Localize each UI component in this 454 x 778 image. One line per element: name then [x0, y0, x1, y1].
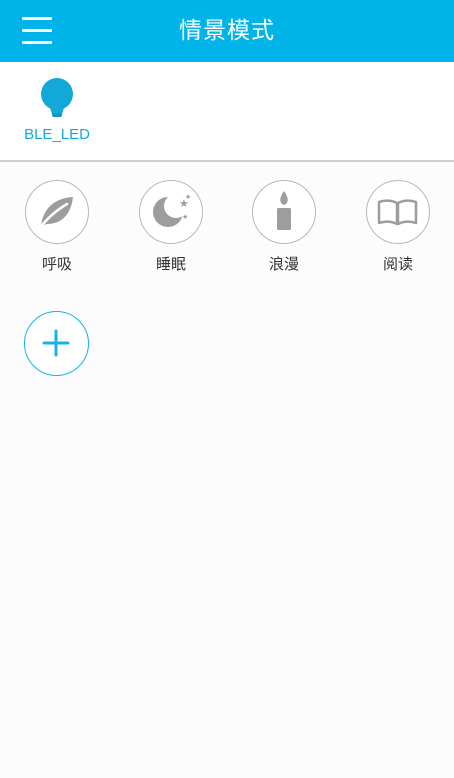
leaf-icon — [38, 197, 73, 230]
svg-text:★: ★ — [182, 213, 188, 221]
scene-sleep[interactable]: ★ ★ ★ 睡眠 — [131, 180, 211, 280]
scene-icon-circle — [366, 180, 430, 244]
scene-reading[interactable]: 阅读 — [358, 180, 438, 280]
scene-label: 呼吸 — [41, 255, 72, 273]
moon-stars-icon: ★ ★ ★ — [153, 193, 191, 227]
page-title: 情景模式 — [179, 18, 275, 44]
scene-label: 睡眠 — [155, 255, 186, 273]
scene-label: 浪漫 — [268, 255, 299, 273]
scene-romance[interactable]: 浪漫 — [244, 180, 324, 280]
scene-icon-circle: ★ ★ ★ — [139, 180, 203, 244]
book-icon — [377, 199, 418, 226]
scene-icon-circle — [25, 180, 89, 244]
scene-breathing[interactable]: 呼吸 — [17, 180, 97, 280]
device-item[interactable]: BLE_LED — [14, 76, 100, 148]
device-panel: BLE_LED — [0, 62, 454, 162]
candle-icon — [277, 191, 291, 230]
add-scene-button[interactable] — [24, 311, 89, 376]
plus-icon — [42, 329, 70, 357]
scene-label: 阅读 — [382, 255, 413, 273]
device-label: BLE_LED — [24, 126, 90, 143]
bulb-icon — [41, 78, 73, 117]
scene-icon-circle — [252, 180, 316, 244]
divider — [0, 160, 454, 162]
svg-text:★: ★ — [185, 193, 191, 201]
hamburger-menu-icon[interactable] — [14, 12, 58, 50]
app-header: 情景模式 — [0, 0, 454, 62]
